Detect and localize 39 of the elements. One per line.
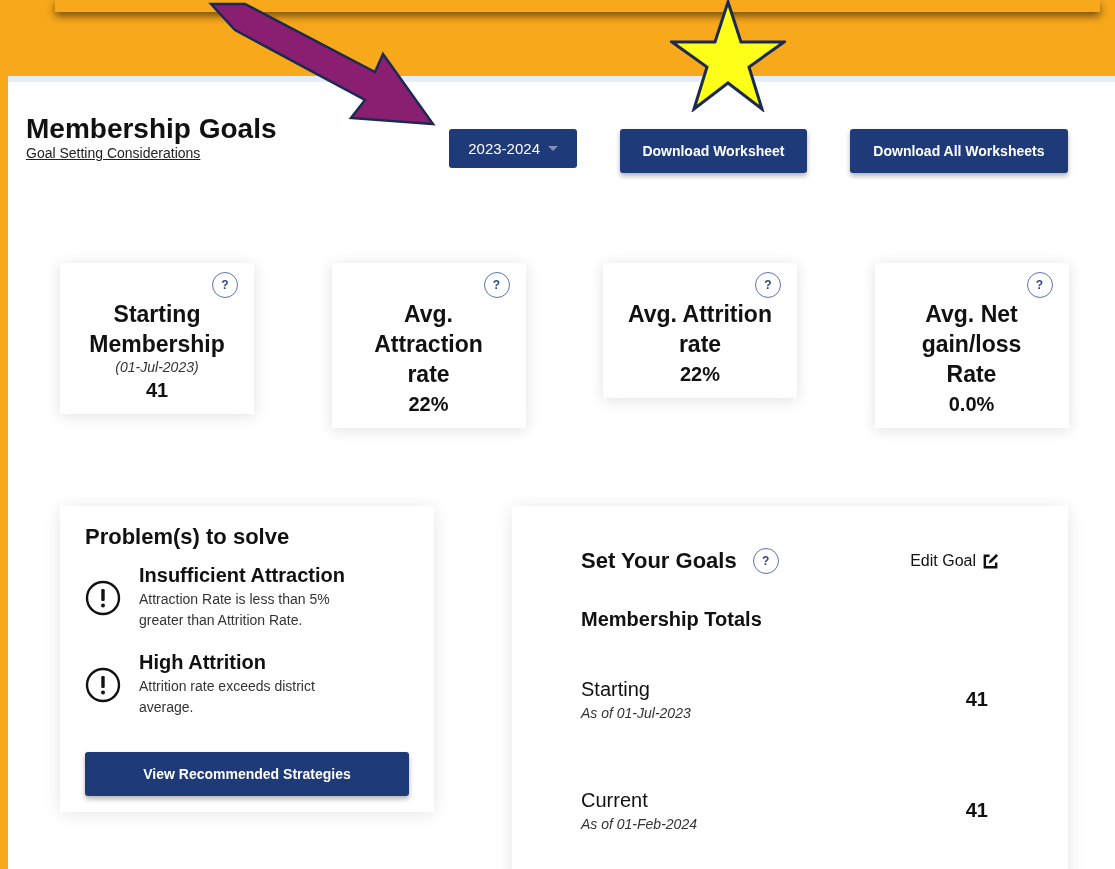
stat-label: Starting Membership bbox=[88, 300, 226, 359]
caret-icon bbox=[548, 146, 558, 151]
problems-title: Problem(s) to solve bbox=[85, 524, 291, 550]
stat-value: 41 bbox=[144, 379, 170, 402]
download-button[interactable]: Download All Worksheets bbox=[849, 129, 1068, 173]
total-label: Current bbox=[581, 788, 649, 812]
edit-icon[interactable] bbox=[982, 552, 999, 570]
total-label: Starting bbox=[581, 677, 651, 701]
warning-icon bbox=[85, 666, 121, 703]
stat-label: Avg. Attraction rate bbox=[373, 300, 484, 389]
total-date: As of 01-Feb-2024 bbox=[581, 815, 697, 832]
section-title: Membership Totals bbox=[581, 608, 763, 631]
strategies-button[interactable]: View Recommended Strategies bbox=[85, 752, 409, 796]
total-value: 41 bbox=[965, 798, 988, 822]
considerations-link[interactable]: Goal Setting Considerations bbox=[26, 145, 201, 161]
year-dropdown[interactable]: 2023-2024 bbox=[449, 129, 578, 168]
help-button[interactable]: ? bbox=[483, 272, 510, 298]
problem-title: Insufficient Attraction bbox=[139, 564, 346, 587]
warning-icon bbox=[85, 579, 121, 616]
problem-title: High Attrition bbox=[139, 651, 267, 674]
stat-date: (01-Jul-2023) bbox=[114, 359, 200, 375]
help-button[interactable]: ? bbox=[752, 548, 779, 574]
star-icon bbox=[670, 0, 786, 112]
page-title: Membership Goals bbox=[26, 114, 278, 144]
stat-value: 0.0% bbox=[947, 393, 996, 416]
download-button[interactable]: Download Worksheet bbox=[620, 129, 807, 173]
stat-value: 22% bbox=[679, 363, 721, 386]
stat-label: Avg. Net gain/loss Rate bbox=[920, 300, 1023, 389]
stat-label: Avg. Attrition rate bbox=[627, 300, 773, 359]
problem-description: Attrition rate exceeds district average. bbox=[139, 677, 316, 717]
total-value: 41 bbox=[965, 687, 988, 711]
stat-value: 22% bbox=[407, 393, 450, 416]
help-button[interactable]: ? bbox=[755, 272, 781, 298]
help-button[interactable]: ? bbox=[1026, 272, 1053, 298]
help-button[interactable]: ? bbox=[212, 272, 238, 298]
goals-title: Set Your Goals bbox=[581, 548, 737, 574]
total-date: As of 01-Jul-2023 bbox=[581, 704, 691, 721]
edit-goal-link[interactable]: Edit Goal bbox=[910, 552, 976, 570]
problem-description: Attraction Rate is less than 5% greater than Attrition Rate. bbox=[139, 590, 331, 630]
